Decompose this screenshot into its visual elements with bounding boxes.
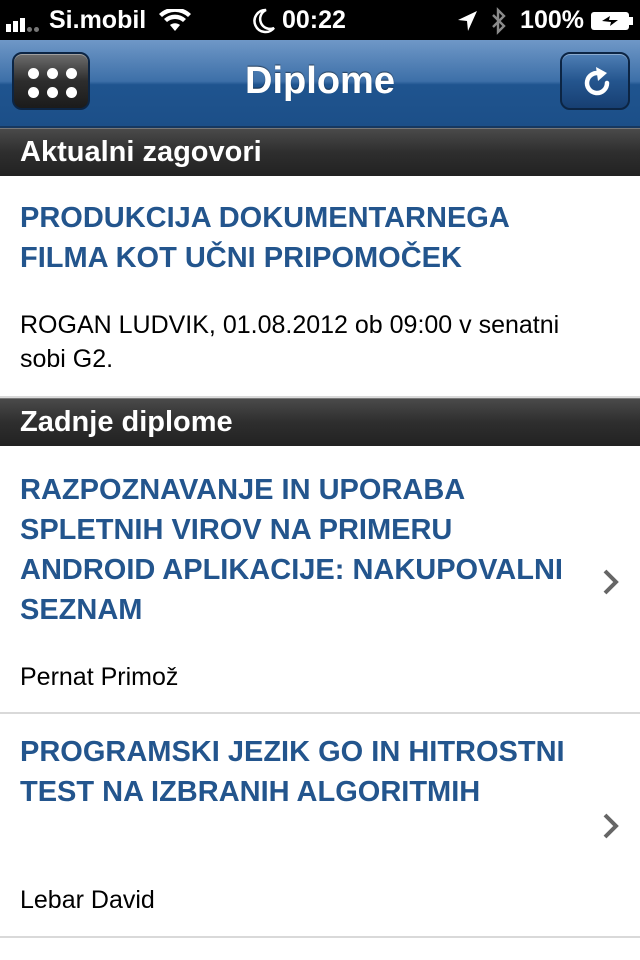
status-bar: Si.mobil 00:22 100% — [0, 0, 640, 40]
signal-strength-icon — [6, 10, 41, 32]
chevron-right-icon — [603, 813, 619, 839]
section-header-current-defenses: Aktualni zagovori — [0, 128, 640, 176]
moon-icon — [253, 8, 275, 33]
location-arrow-icon — [458, 10, 478, 31]
navigation-bar: Diplome — [0, 40, 640, 128]
item-title: RAZPOZNAVANJE IN UPORABA SPLETNIH VIROV … — [20, 474, 563, 626]
status-right: 100% — [456, 6, 634, 35]
page-title: Diplome — [245, 60, 395, 102]
list-item[interactable]: PROGRAMSKI JEZIK GO IN HITROSTNI TEST NA… — [0, 714, 640, 938]
battery-icon — [591, 11, 633, 30]
item-title: PRODUKCIJA DOKUMENTARNEGA FILMA KOT UČNI… — [20, 202, 509, 274]
chevron-right-icon — [603, 569, 619, 595]
list-item[interactable]: RAZPOZNAVANJE IN UPORABA SPLETNIH VIROV … — [0, 446, 640, 714]
refresh-button[interactable] — [560, 52, 630, 110]
bluetooth-icon — [492, 6, 506, 35]
refresh-icon — [584, 67, 610, 96]
section-header-latest-theses: Zadnje diplome — [0, 398, 640, 446]
status-time: 00:22 — [282, 6, 346, 34]
battery-percent: 100% — [520, 6, 584, 34]
item-subtitle: Lebar David — [20, 886, 155, 914]
status-center: 00:22 — [252, 6, 346, 35]
wifi-icon — [159, 8, 192, 31]
item-subtitle: ROGAN LUDVIK, 01.08.2012 ob 09:00 v sena… — [20, 311, 560, 373]
item-subtitle: Pernat Primož — [20, 663, 179, 691]
status-left: Si.mobil — [6, 6, 192, 35]
list-item[interactable]: PRODUKCIJA DOKUMENTARNEGA FILMA KOT UČNI… — [0, 176, 640, 398]
item-title: PROGRAMSKI JEZIK GO IN HITROSTNI TEST NA… — [20, 736, 565, 808]
carrier-name: Si.mobil — [49, 6, 147, 34]
